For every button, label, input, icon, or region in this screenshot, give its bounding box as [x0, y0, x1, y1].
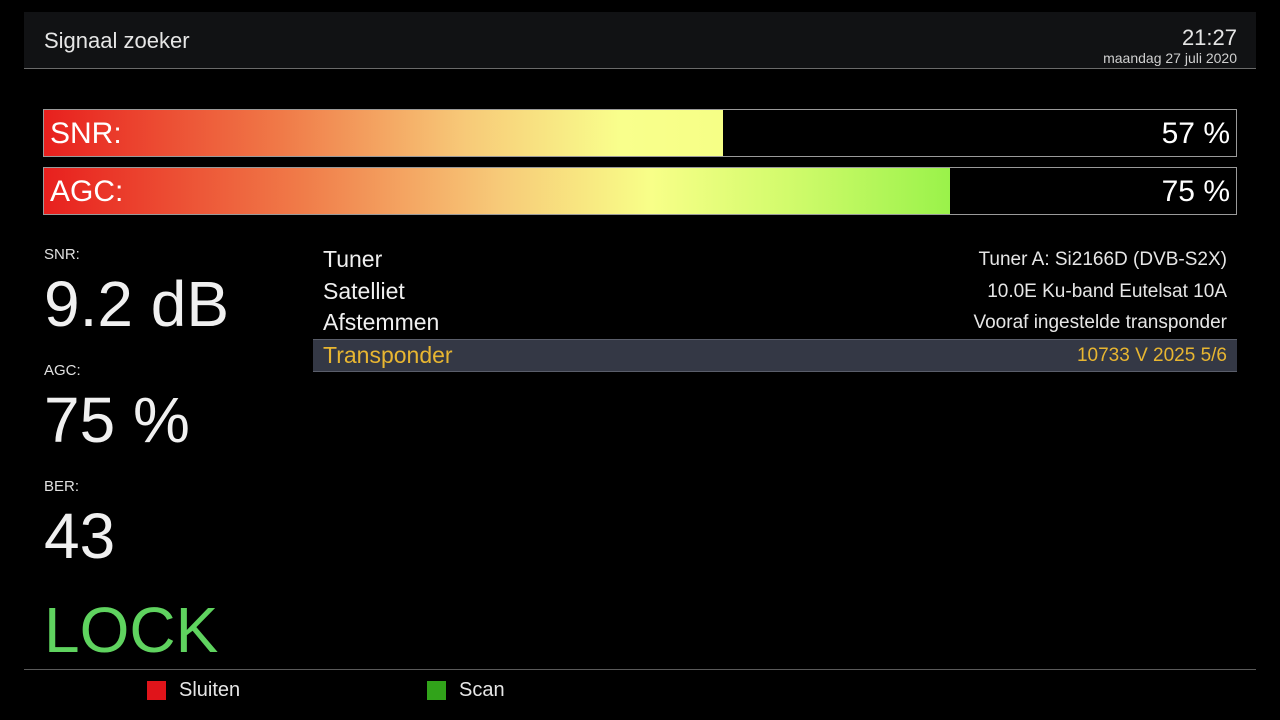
agc-meter-percent: 75 % [1161, 175, 1230, 208]
info-row-tuning-mode[interactable]: Afstemmen Vooraf ingestelde transponder [313, 307, 1237, 339]
snr-meter-fill [44, 110, 724, 156]
info-row-value: Vooraf ingestelde transponder [973, 312, 1227, 333]
header-bar: Signaal zoeker 21:27 maandag 27 juli 202… [24, 12, 1256, 69]
close-button-label: Sluiten [179, 679, 241, 701]
lock-status: LOCK [44, 594, 219, 666]
green-key-icon [427, 681, 446, 700]
agc-stat-label: AGC: [44, 362, 81, 379]
agc-meter-fill [44, 168, 950, 214]
info-row-key: Satelliet [323, 277, 405, 304]
footer-bar: Sluiten Scan [24, 669, 1256, 720]
red-key-icon [147, 681, 166, 700]
info-row-key: Tuner [323, 246, 383, 272]
scan-button-label: Scan [459, 679, 505, 701]
snr-meter-bar: SNR: 57 % [43, 109, 1237, 157]
snr-stat-label: SNR: [44, 246, 80, 263]
info-row-key: Afstemmen [323, 309, 440, 335]
info-row-satellite[interactable]: Satelliet 10.0E Ku-band Eutelsat 10A [313, 276, 1237, 308]
page-title: Signaal zoeker [44, 28, 190, 53]
info-row-transponder[interactable]: Transponder 10733 V 2025 5/6 [313, 338, 1237, 372]
signal-finder-screen: Signaal zoeker 21:27 maandag 27 juli 202… [0, 0, 1280, 720]
agc-meter-bar: AGC: 75 % [43, 167, 1237, 215]
ber-stat-value: 43 [44, 500, 116, 572]
info-row-value: 10.0E Ku-band Eutelsat 10A [987, 280, 1227, 302]
clock-date: maandag 27 juli 2020 [1103, 50, 1237, 66]
info-row-tuner[interactable]: Tuner Tuner A: Si2166D (DVB-S2X) [313, 244, 1237, 276]
clock-time: 21:27 [1181, 25, 1237, 50]
ber-stat-label: BER: [44, 478, 80, 495]
tuning-info-list: Tuner Tuner A: Si2166D (DVB-S2X) Satelli… [313, 244, 1237, 372]
snr-stat-value: 9.2 dB [44, 268, 230, 340]
info-row-value: Tuner A: Si2166D (DVB-S2X) [978, 249, 1227, 270]
agc-stat-value: 75 % [44, 384, 190, 456]
snr-meter-label: SNR: [50, 117, 122, 150]
info-row-key: Transponder [323, 341, 453, 368]
snr-meter-percent: 57 % [1161, 117, 1230, 150]
info-row-value: 10733 V 2025 5/6 [1076, 344, 1227, 366]
agc-meter-label: AGC: [50, 175, 124, 208]
